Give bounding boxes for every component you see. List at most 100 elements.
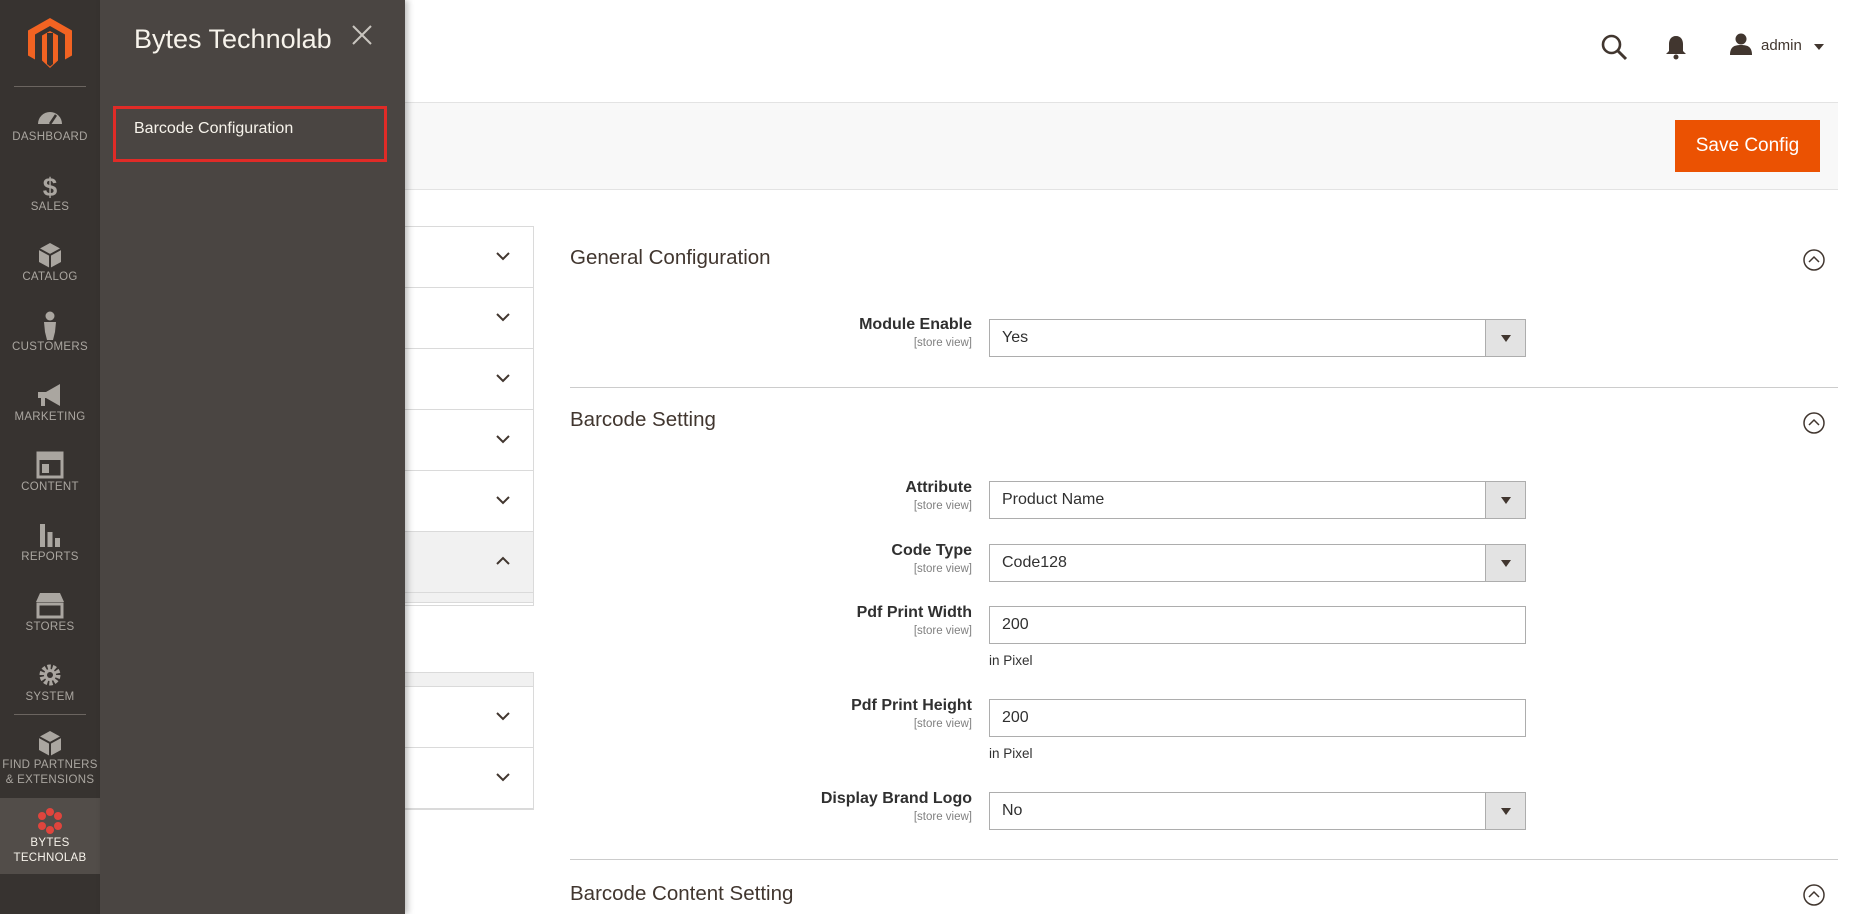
field-note: in Pixel: [989, 653, 1033, 668]
box-icon: [38, 243, 62, 268]
close-icon[interactable]: [350, 23, 374, 47]
field-label: Pdf Print Width: [856, 604, 972, 621]
select-arrow[interactable]: [1485, 320, 1525, 356]
chevron-down-icon: [496, 374, 510, 383]
field-note: in Pixel: [989, 746, 1033, 761]
collapse-section-icon[interactable]: [1802, 411, 1826, 435]
dropdown-arrow-icon: [1501, 497, 1511, 504]
admin-page: DASHBOARD $ SALES CATALOG CUSTOMERS MARK…: [0, 0, 1850, 914]
nav-reports[interactable]: REPORTS: [0, 520, 100, 590]
select-value: Yes: [1002, 329, 1029, 346]
field-label: Display Brand Logo: [820, 790, 972, 807]
nav-bytes-technolab[interactable]: BYTES TECHNOLAB: [0, 798, 100, 874]
field-label: Attribute: [905, 479, 972, 496]
svg-text:$: $: [43, 172, 58, 200]
nav-stores[interactable]: STORES: [0, 590, 100, 660]
field-label: Pdf Print Height: [851, 697, 972, 714]
nav-label: CONTENT: [21, 481, 79, 493]
section-divider: [570, 859, 1838, 860]
nav-system[interactable]: SYSTEM: [0, 660, 100, 730]
nav-label-line2: & EXTENSIONS: [5, 774, 95, 786]
person-icon: [44, 311, 56, 340]
chevron-down-icon: [496, 773, 510, 782]
storefront-icon: [36, 593, 64, 619]
field-scope: [store view]: [913, 718, 972, 730]
field-scope: [store view]: [913, 500, 972, 512]
pdf-print-width-input[interactable]: 200: [989, 606, 1526, 644]
user-icon[interactable]: [1730, 33, 1752, 55]
layout-icon: [36, 451, 64, 479]
module-enable-select[interactable]: Yes: [989, 319, 1526, 357]
nav-label-line1: FIND PARTNERS: [2, 759, 98, 771]
nav-label-line1: BYTES: [30, 837, 70, 849]
select-arrow[interactable]: [1485, 482, 1525, 518]
nav-label: STORES: [25, 621, 75, 633]
nav-find-partners[interactable]: FIND PARTNERS & EXTENSIONS: [0, 728, 100, 800]
rail-divider: [14, 714, 86, 715]
chevron-down-icon[interactable]: [1814, 43, 1824, 51]
field-label: Code Type: [891, 542, 972, 559]
nav-label: SYSTEM: [25, 691, 75, 703]
select-value: Product Name: [1002, 491, 1105, 508]
chevron-down-icon: [496, 435, 510, 444]
megaphone-icon: [38, 384, 60, 406]
nav-marketing[interactable]: MARKETING: [0, 380, 100, 450]
bytes-technolab-icon: [38, 808, 62, 834]
section-title-general[interactable]: General Configuration: [570, 246, 771, 270]
select-arrow[interactable]: [1485, 793, 1525, 829]
dropdown-arrow-icon: [1501, 560, 1511, 567]
chevron-down-icon: [496, 712, 510, 721]
section-divider: [570, 387, 1838, 388]
nav-label: REPORTS: [21, 551, 79, 563]
nav-label: CATALOG: [22, 271, 78, 283]
nav-label: MARKETING: [14, 411, 86, 423]
field-scope: [store view]: [913, 625, 972, 637]
collapse-section-icon[interactable]: [1802, 248, 1826, 272]
field-scope: [store view]: [913, 337, 972, 349]
nav-label-line2: TECHNOLAB: [13, 852, 87, 864]
page-header: admin: [405, 0, 1850, 102]
dollar-icon: $: [43, 172, 58, 200]
gear-icon: [39, 664, 61, 686]
extensions-box-icon: [38, 731, 62, 756]
select-value: Code128: [1002, 554, 1067, 571]
select-value: No: [1002, 802, 1023, 819]
nav-label: DASHBOARD: [12, 131, 88, 143]
field-scope: [store view]: [913, 811, 972, 823]
chevron-down-icon: [496, 252, 510, 261]
admin-user-menu[interactable]: admin: [1761, 37, 1802, 54]
collapse-section-icon[interactable]: [1802, 883, 1826, 907]
dropdown-arrow-icon: [1501, 808, 1511, 815]
nav-customers[interactable]: CUSTOMERS: [0, 310, 100, 380]
flyout-title: Bytes Technolab: [134, 24, 332, 54]
save-config-button[interactable]: Save Config: [1675, 120, 1820, 172]
admin-nav-rail: DASHBOARD $ SALES CATALOG CUSTOMERS MARK…: [0, 0, 100, 914]
pdf-print-height-input[interactable]: 200: [989, 699, 1526, 737]
chevron-down-icon: [496, 313, 510, 322]
select-arrow[interactable]: [1485, 545, 1525, 581]
attribute-select[interactable]: Product Name: [989, 481, 1526, 519]
search-icon[interactable]: [1600, 33, 1628, 61]
nav-catalog[interactable]: CATALOG: [0, 240, 100, 310]
nav-dashboard[interactable]: DASHBOARD: [0, 100, 100, 170]
chevron-up-icon: [496, 556, 510, 565]
nav-label: SALES: [30, 201, 70, 213]
notifications-bell-icon[interactable]: [1664, 34, 1688, 60]
submenu-flyout: Bytes Technolab Barcode Configuration: [100, 0, 405, 914]
barcode-configuration-link[interactable]: Barcode Configuration: [113, 106, 387, 162]
rail-divider: [14, 86, 86, 87]
dropdown-arrow-icon: [1501, 335, 1511, 342]
code-type-select[interactable]: Code128: [989, 544, 1526, 582]
section-title-barcode[interactable]: Barcode Setting: [570, 408, 716, 432]
section-title-content[interactable]: Barcode Content Setting: [570, 882, 793, 906]
nav-content[interactable]: CONTENT: [0, 450, 100, 520]
magento-logo-icon[interactable]: [28, 18, 72, 68]
chevron-down-icon: [496, 496, 510, 505]
display-brand-logo-select[interactable]: No: [989, 792, 1526, 830]
nav-label: CUSTOMERS: [12, 341, 88, 353]
field-label: Module Enable: [859, 316, 972, 333]
bar-chart-icon: [40, 524, 60, 547]
field-scope: [store view]: [913, 563, 972, 575]
dashboard-icon: [38, 112, 62, 125]
nav-sales[interactable]: $ SALES: [0, 170, 100, 240]
